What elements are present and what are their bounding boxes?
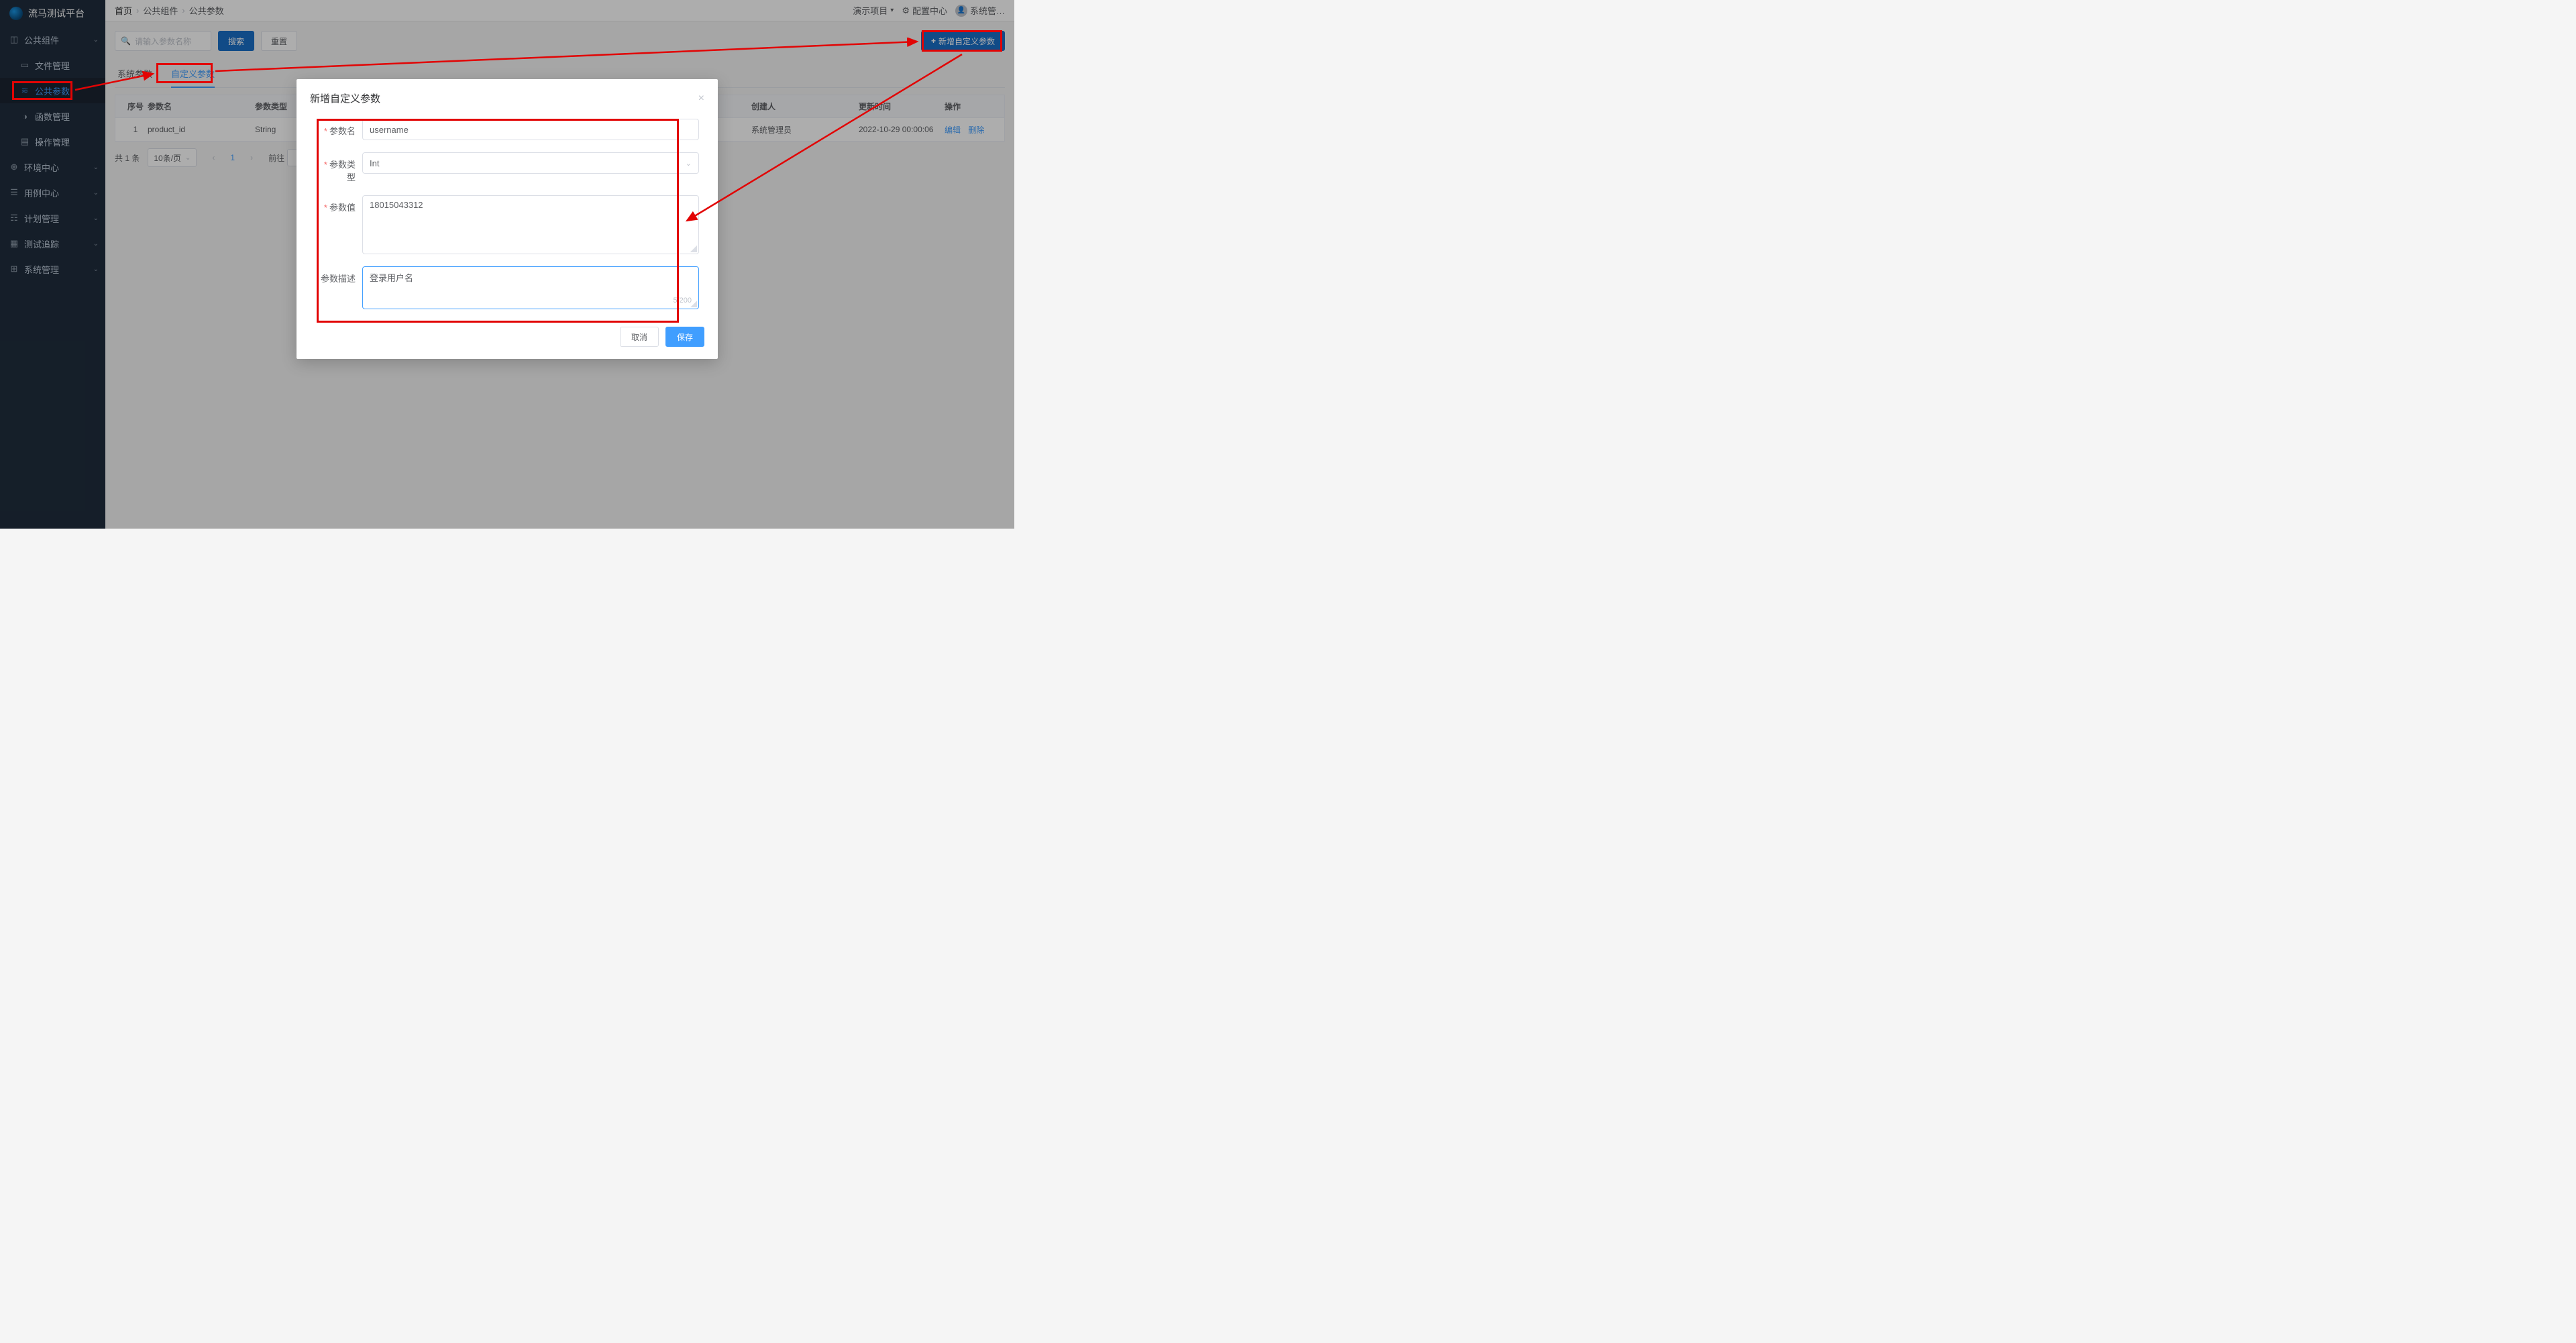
close-icon[interactable]: × bbox=[698, 93, 704, 105]
resize-handle-icon[interactable] bbox=[690, 246, 697, 252]
param-value-label: *参数值 bbox=[315, 195, 362, 213]
param-value-textarea[interactable]: 18015043312 bbox=[362, 195, 699, 254]
param-name-label: *参数名 bbox=[315, 119, 362, 137]
cancel-button[interactable]: 取消 bbox=[620, 327, 659, 347]
save-button[interactable]: 保存 bbox=[665, 327, 704, 347]
param-desc-label: 参数描述 bbox=[315, 266, 362, 284]
param-type-label: *参数类型 bbox=[315, 152, 362, 183]
param-type-select[interactable]: Int ⌄ bbox=[362, 152, 699, 174]
param-desc-textarea[interactable]: 登录用户名 5/200 bbox=[362, 266, 699, 309]
param-name-input[interactable]: username bbox=[362, 119, 699, 140]
resize-handle-icon[interactable] bbox=[690, 301, 697, 307]
char-counter: 5/200 bbox=[673, 297, 692, 305]
dialog-title: 新增自定义参数 bbox=[310, 91, 380, 105]
add-param-dialog: 新增自定义参数 × *参数名 username *参数类型 Int ⌄ *参数值… bbox=[297, 79, 718, 359]
chevron-down-icon: ⌄ bbox=[686, 159, 692, 168]
